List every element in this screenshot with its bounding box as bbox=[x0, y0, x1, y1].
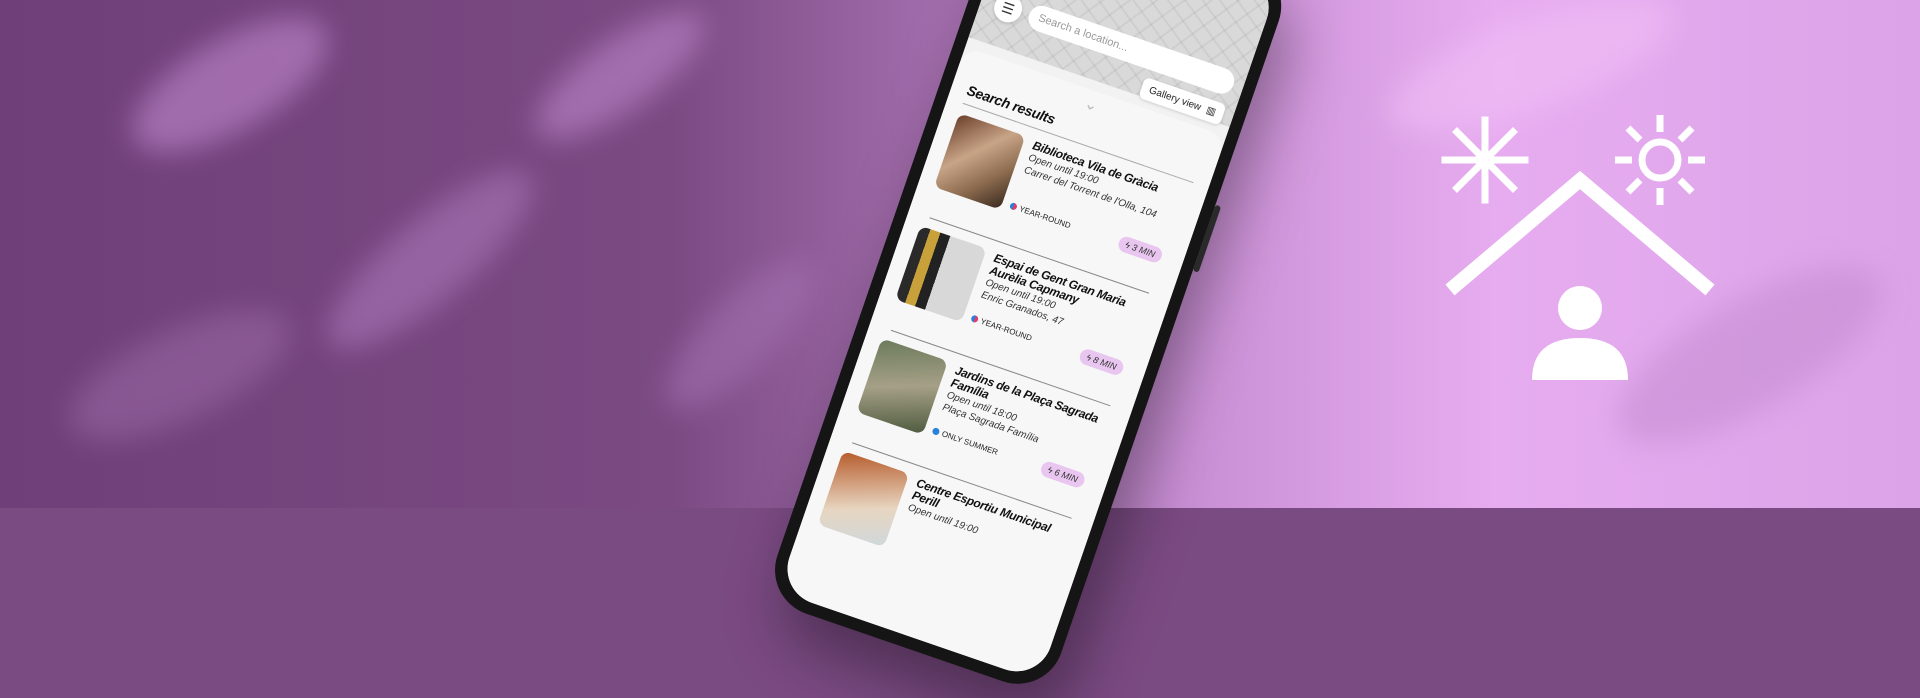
travel-time-badge: ϟ 8 MIN bbox=[1077, 347, 1126, 377]
result-thumbnail bbox=[933, 113, 1026, 210]
season-badge: YEAR-ROUND bbox=[1008, 201, 1072, 230]
shelter-logo-icon bbox=[1441, 115, 1715, 380]
person-body-icon bbox=[1532, 338, 1628, 380]
roof-icon bbox=[1445, 170, 1715, 296]
map-icon: ▥ bbox=[1204, 104, 1218, 118]
result-thumbnail bbox=[856, 338, 949, 435]
season-dot-icon bbox=[1008, 201, 1018, 211]
result-thumbnail bbox=[895, 225, 987, 323]
result-thumbnail bbox=[817, 450, 910, 548]
season-badge: YEAR-ROUND bbox=[970, 314, 1033, 343]
season-badge: ONLY SUMMER bbox=[931, 426, 999, 457]
season-dot-icon bbox=[970, 314, 980, 324]
travel-time-badge: ϟ 6 MIN bbox=[1038, 459, 1087, 490]
season-dot-icon bbox=[931, 426, 941, 436]
sliders-icon: ☰ bbox=[999, 0, 1017, 18]
snowflake-icon bbox=[1441, 116, 1529, 204]
sun-icon bbox=[1615, 115, 1705, 205]
person-head-icon bbox=[1558, 286, 1602, 330]
travel-time-badge: ϟ 3 MIN bbox=[1116, 234, 1165, 265]
